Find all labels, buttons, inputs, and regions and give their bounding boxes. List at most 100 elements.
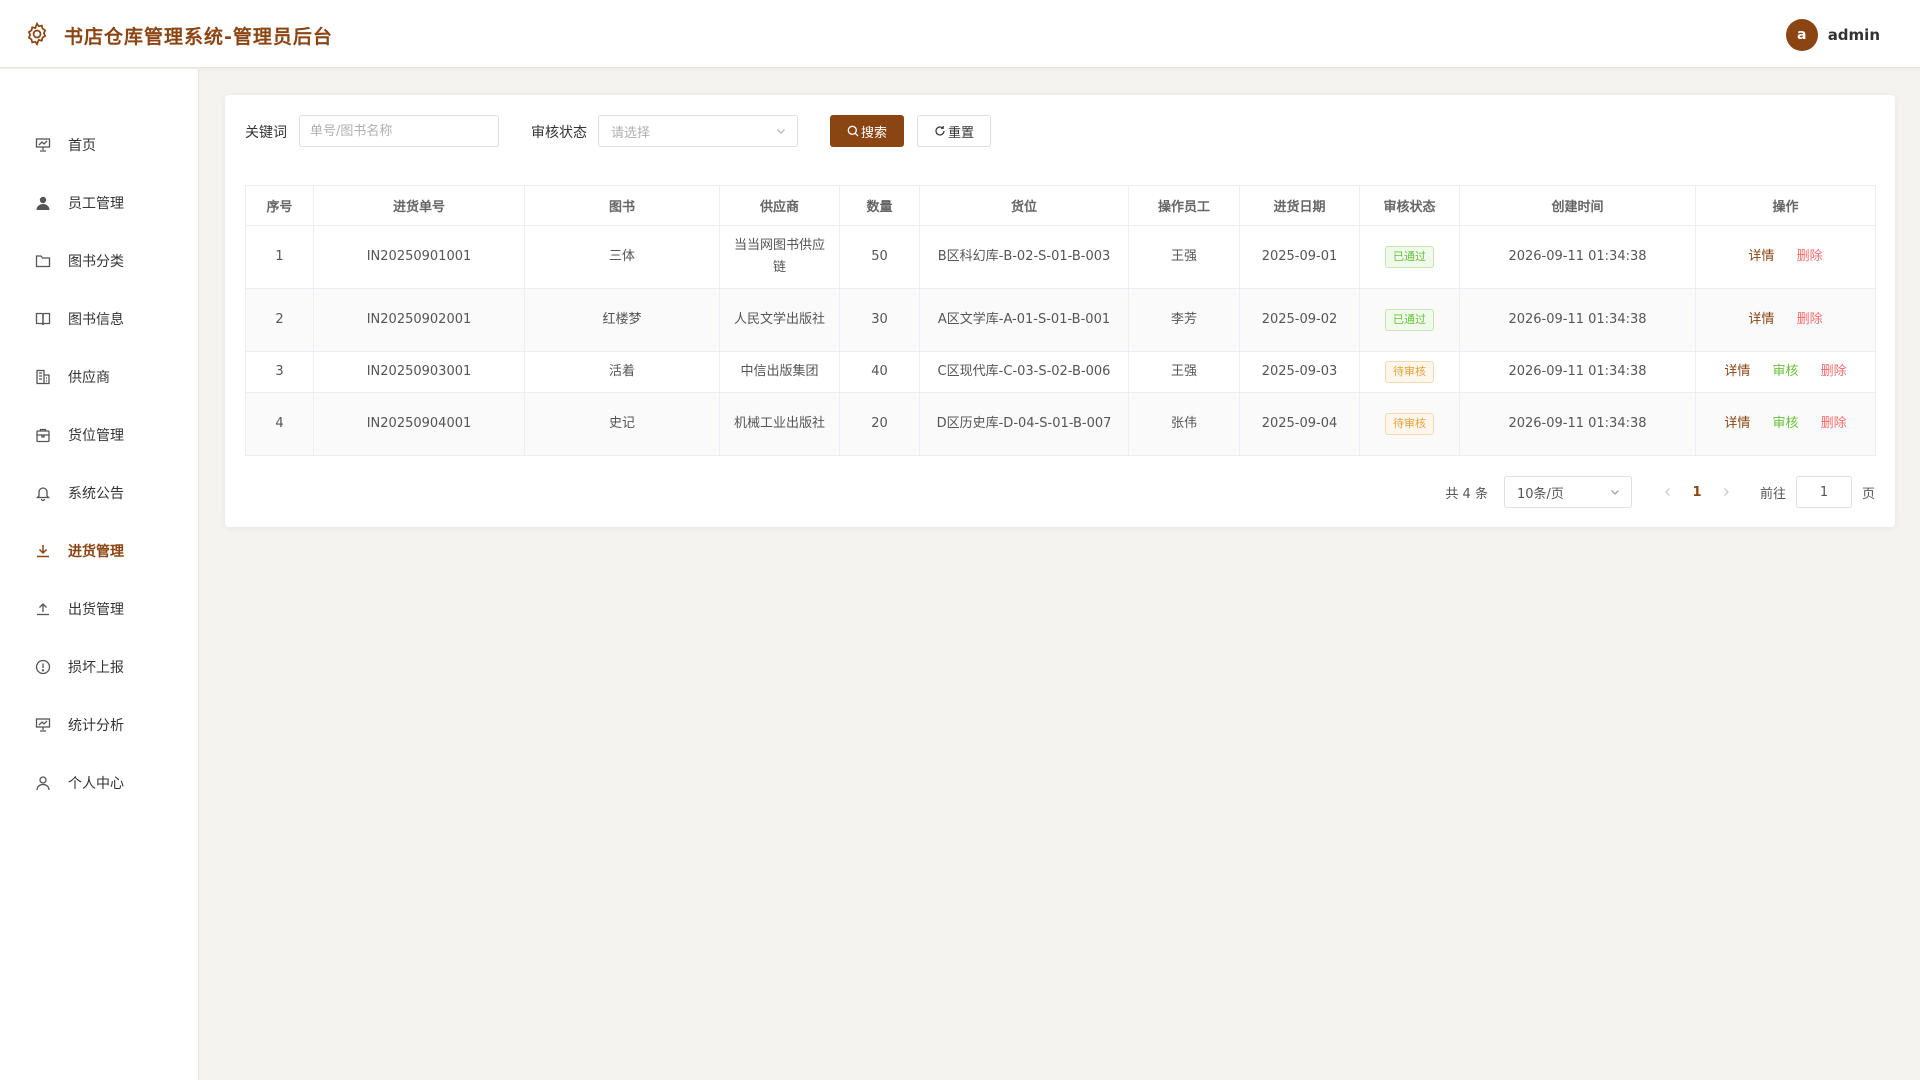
goto-label: 前往 [1759, 486, 1786, 502]
sidebar-item-staff[interactable]: 员工管理 [0, 174, 199, 232]
cell-location: A区文学库-A-01-S-01-B-001 [919, 288, 1129, 352]
sidebar-item-label: 进货管理 [68, 544, 124, 560]
cell-created: 2026-09-11 01:34:38 [1459, 392, 1696, 456]
cell-book: 史记 [524, 392, 720, 456]
cell-created: 2026-09-11 01:34:38 [1459, 351, 1696, 393]
cell-qty: 40 [839, 351, 920, 393]
cell-date: 2025-09-01 [1239, 225, 1360, 289]
cell-actions: 详情 删除 [1695, 225, 1876, 289]
delete-button[interactable]: 删除 [1821, 364, 1847, 379]
column-header: 创建时间 [1459, 185, 1696, 226]
table-row: 2 IN20250902001 红楼梦 人民文学出版社 30 A区文学库-A-0… [245, 288, 1876, 352]
sidebar: 首页 员工管理 图书分类 图书信息 供应商 货位管理 系统公告 进货管理 出货管… [0, 69, 199, 1080]
sidebar-item-label: 损坏上报 [68, 660, 124, 676]
status-select[interactable]: 请选择 [598, 115, 798, 147]
cell-supplier: 中信出版集团 [719, 351, 840, 393]
table-row: 1 IN20250901001 三体 当当网图书供应链 50 B区科幻库-B-0… [245, 225, 1876, 289]
page-size-select[interactable]: 10条/页 [1503, 476, 1632, 508]
page-size-value: 10条/页 [1516, 486, 1564, 502]
user-icon [34, 194, 52, 212]
cell-order-no: IN20250904001 [313, 392, 525, 456]
column-header: 货位 [919, 185, 1129, 226]
column-header: 审核状态 [1359, 185, 1460, 226]
total-count: 共 4 条 [1445, 486, 1488, 502]
sidebar-item-statistics[interactable]: 统计分析 [0, 696, 199, 754]
cell-location: D区历史库-D-04-S-01-B-007 [919, 392, 1129, 456]
cell-index: 1 [245, 225, 314, 289]
sidebar-item-label: 出货管理 [68, 602, 124, 618]
sidebar-item-announcement[interactable]: 系统公告 [0, 464, 199, 522]
status-badge: 已通过 [1385, 246, 1434, 268]
cell-index: 3 [245, 351, 314, 393]
username[interactable]: admin [1828, 26, 1880, 44]
cell-staff: 张伟 [1128, 392, 1240, 456]
detail-button[interactable]: 详情 [1724, 364, 1750, 379]
cell-book: 三体 [524, 225, 720, 289]
cell-created: 2026-09-11 01:34:38 [1459, 288, 1696, 352]
status-badge: 待审核 [1385, 361, 1434, 383]
cell-location: B区科幻库-B-02-S-01-B-003 [919, 225, 1129, 289]
sidebar-item-inbound[interactable]: 进货管理 [0, 522, 199, 580]
next-page-button[interactable] [1712, 478, 1740, 506]
sidebar-item-profile[interactable]: 个人中心 [0, 754, 199, 812]
page-number-current[interactable]: 1 [1682, 485, 1712, 500]
column-header: 进货单号 [313, 185, 525, 226]
upload-icon [34, 600, 52, 618]
chevron-left-icon [1665, 488, 1670, 496]
goto-page-input[interactable]: 1 [1795, 476, 1852, 508]
cell-supplier: 人民文学出版社 [719, 288, 840, 352]
main-card: 关键词 审核状态 请选择 搜索 重置 序号 进货单号 图书 供应商 数量 货位 … [225, 95, 1895, 527]
chevron-down-icon [777, 129, 785, 134]
inbound-table: 序号 进货单号 图书 供应商 数量 货位 操作员工 进货日期 审核状态 创建时间… [245, 185, 1876, 456]
status-badge: 待审核 [1385, 413, 1434, 435]
column-header: 进货日期 [1239, 185, 1360, 226]
review-button[interactable]: 审核 [1772, 416, 1798, 431]
prev-page-button[interactable] [1654, 478, 1682, 506]
reset-button[interactable]: 重置 [917, 115, 991, 147]
cell-date: 2025-09-03 [1239, 351, 1360, 393]
cell-supplier: 当当网图书供应链 [719, 225, 840, 289]
sidebar-item-outbound[interactable]: 出货管理 [0, 580, 199, 638]
review-button[interactable]: 审核 [1772, 364, 1798, 379]
cell-qty: 20 [839, 392, 920, 456]
pagination: 共 4 条 10条/页 1 前往 1 页 [1445, 476, 1875, 508]
sidebar-item-label: 员工管理 [68, 196, 124, 212]
cell-status: 待审核 [1359, 351, 1460, 393]
column-header: 数量 [839, 185, 920, 226]
cell-index: 4 [245, 392, 314, 456]
delete-button[interactable]: 删除 [1797, 312, 1823, 327]
cell-qty: 30 [839, 288, 920, 352]
sidebar-item-label: 系统公告 [68, 486, 124, 502]
status-label: 审核状态 [531, 125, 587, 141]
bell-icon [34, 484, 52, 502]
sidebar-item-label: 首页 [68, 138, 96, 154]
user-outline-icon [34, 774, 52, 792]
sidebar-item-home[interactable]: 首页 [0, 116, 199, 174]
refresh-icon [935, 126, 945, 136]
keyword-input[interactable] [299, 115, 499, 147]
sidebar-item-book-category[interactable]: 图书分类 [0, 232, 199, 290]
detail-button[interactable]: 详情 [1748, 312, 1774, 327]
download-icon [34, 542, 52, 560]
sidebar-item-book-info[interactable]: 图书信息 [0, 290, 199, 348]
cell-location: C区现代库-C-03-S-02-B-006 [919, 351, 1129, 393]
cell-staff: 王强 [1128, 225, 1240, 289]
cell-staff: 李芳 [1128, 288, 1240, 352]
sidebar-item-supplier[interactable]: 供应商 [0, 348, 199, 406]
cell-book: 红楼梦 [524, 288, 720, 352]
delete-button[interactable]: 删除 [1797, 249, 1823, 264]
delete-button[interactable]: 删除 [1821, 416, 1847, 431]
chart-icon [34, 716, 52, 734]
sidebar-item-label: 供应商 [68, 370, 110, 386]
search-button[interactable]: 搜索 [830, 115, 904, 147]
detail-button[interactable]: 详情 [1748, 249, 1774, 264]
sidebar-item-label: 统计分析 [68, 718, 124, 734]
cell-supplier: 机械工业出版社 [719, 392, 840, 456]
avatar[interactable]: a [1785, 19, 1818, 51]
sidebar-item-location[interactable]: 货位管理 [0, 406, 199, 464]
detail-button[interactable]: 详情 [1724, 416, 1750, 431]
user-menu[interactable]: a admin [1785, 19, 1880, 51]
cell-qty: 50 [839, 225, 920, 289]
cell-order-no: IN20250901001 [313, 225, 525, 289]
sidebar-item-damage-report[interactable]: 损坏上报 [0, 638, 199, 696]
